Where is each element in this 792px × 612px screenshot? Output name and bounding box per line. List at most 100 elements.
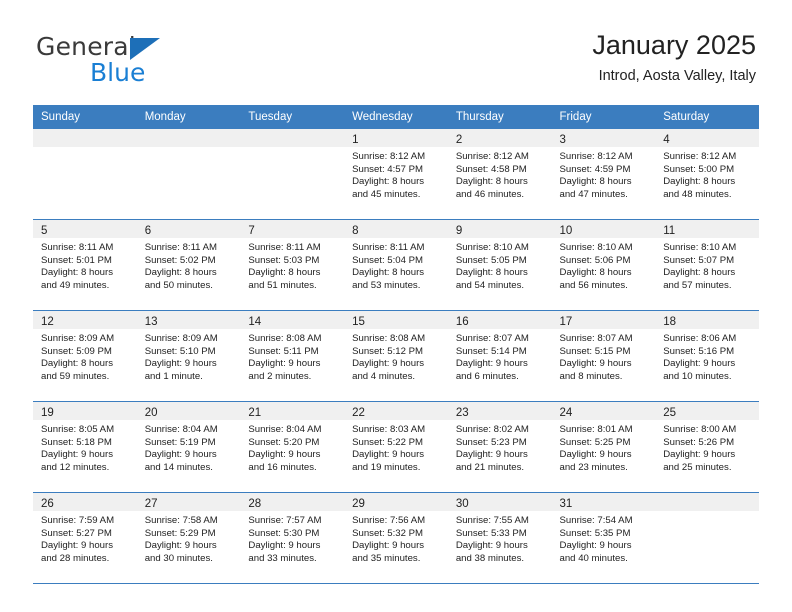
sunset-text: Sunset: 5:04 PM [352,254,424,266]
calendar-day-cell[interactable]: 23 Sunrise: 8:02 AM Sunset: 5:23 PM Dayligh… [447,401,552,493]
calendar-day-cell[interactable]: 31 Sunrise: 7:54 AM Sunset: 5:35 PM Dayligh… [551,492,656,584]
sunset-text: Sunset: 5:11 PM [248,345,319,357]
sunrise-text: Sunrise: 8:07 AM [559,333,633,344]
calendar-day-cell[interactable]: 11 Sunrise: 8:10 AM Sunset: 5:07 PM Dayligh… [655,219,759,311]
calendar-grid: Sunday Monday Tuesday Wednesday Thursday… [33,105,759,584]
daylight-text-line2: and 2 minutes. [248,370,312,382]
calendar-day-cell[interactable]: 1 Sunrise: 8:12 AM Sunset: 4:57 PM Daylight… [344,129,448,220]
daylight-text-line2: and 35 minutes. [352,552,421,564]
calendar-day-cell[interactable]: 20 Sunrise: 8:04 AM Sunset: 5:19 PM Dayligh… [136,401,241,493]
day-sun-info: Sunrise: 8:11 AM Sunset: 5:01 PM Daylight:… [33,238,137,292]
calendar-day-cell[interactable] [655,492,759,584]
sunrise-text: Sunrise: 8:09 AM [41,333,115,344]
calendar-day-cell[interactable]: 13 Sunrise: 8:09 AM Sunset: 5:10 PM Dayligh… [136,310,241,402]
calendar-day-cell[interactable]: 17 Sunrise: 8:07 AM Sunset: 5:15 PM Dayligh… [551,310,656,402]
day-number: 31 [559,498,573,510]
daylight-text-line2: and 57 minutes. [663,279,732,291]
calendar-day-cell[interactable]: 5 Sunrise: 8:11 AM Sunset: 5:01 PM Daylight… [33,219,137,311]
calendar-day-cell[interactable]: 29 Sunrise: 7:56 AM Sunset: 5:32 PM Dayligh… [344,492,448,584]
daylight-text-line2: and 30 minutes. [144,552,213,564]
calendar-day-cell[interactable]: 8 Sunrise: 8:11 AM Sunset: 5:04 PM Daylight… [344,219,448,311]
sunset-text: Sunset: 4:58 PM [455,163,527,175]
day-cell-content: 15 Sunrise: 8:08 AM Sunset: 5:12 PM Dayligh… [344,311,448,401]
day-number-band: 24 [551,402,656,420]
day-sun-info: Sunrise: 7:54 AM Sunset: 5:35 PM Daylight:… [552,511,656,565]
sunrise-text: Sunrise: 8:03 AM [352,424,426,435]
calendar-day-cell[interactable]: 25 Sunrise: 8:00 AM Sunset: 5:26 PM Dayligh… [655,401,759,493]
calendar-day-cell[interactable]: 4 Sunrise: 8:12 AM Sunset: 5:00 PM Daylight… [655,129,759,220]
day-cell-content: 11 Sunrise: 8:10 AM Sunset: 5:07 PM Dayligh… [655,220,759,310]
day-number-band: 25 [655,402,759,420]
sunset-text: Sunset: 5:22 PM [352,436,424,448]
sunrise-text: Sunrise: 8:08 AM [248,333,322,344]
day-number-band: 18 [655,311,759,329]
calendar-day-cell[interactable]: 7 Sunrise: 8:11 AM Sunset: 5:03 PM Daylight… [240,219,345,311]
day-number: 19 [41,407,54,419]
day-number: 9 [455,225,463,237]
calendar-day-cell[interactable]: 21 Sunrise: 8:04 AM Sunset: 5:20 PM Dayligh… [240,401,345,493]
calendar-day-cell[interactable]: 18 Sunrise: 8:06 AM Sunset: 5:16 PM Dayligh… [655,310,759,402]
calendar-day-cell[interactable]: 3 Sunrise: 8:12 AM Sunset: 4:59 PM Daylight… [551,129,656,220]
calendar-day-cell[interactable]: 14 Sunrise: 8:08 AM Sunset: 5:11 PM Dayligh… [240,310,345,402]
day-sun-info: Sunrise: 8:09 AM Sunset: 5:10 PM Daylight:… [137,329,241,383]
day-number: 3 [559,134,566,146]
day-sun-info: Sunrise: 8:00 AM Sunset: 5:26 PM Daylight:… [655,420,759,474]
daylight-text-line2: and 46 minutes. [455,188,525,200]
calendar-day-cell[interactable] [33,129,137,220]
day-number-band: 31 [551,493,656,511]
calendar-day-cell[interactable]: 27 Sunrise: 7:58 AM Sunset: 5:29 PM Dayligh… [136,492,241,584]
day-number: 23 [455,407,469,419]
day-cell-content: 27 Sunrise: 7:58 AM Sunset: 5:29 PM Dayligh… [136,493,241,583]
calendar-day-cell[interactable]: 26 Sunrise: 7:59 AM Sunset: 5:27 PM Dayligh… [33,492,137,584]
calendar-day-cell[interactable]: 6 Sunrise: 8:11 AM Sunset: 5:02 PM Daylight… [136,219,241,311]
day-number-band: 28 [240,493,345,511]
day-sun-info: Sunrise: 8:09 AM Sunset: 5:09 PM Daylight:… [33,329,137,383]
page-header: General Blue January 2025 Introd, Aosta … [0,0,792,100]
brand-logo[interactable]: General Blue [36,32,236,87]
calendar-day-cell[interactable]: 30 Sunrise: 7:55 AM Sunset: 5:33 PM Dayligh… [447,492,552,584]
calendar-day-cell[interactable]: 9 Sunrise: 8:10 AM Sunset: 5:05 PM Daylight… [447,219,552,311]
daylight-text-line1: Daylight: 8 hours [41,358,113,370]
daylight-text-line2: and 28 minutes. [41,552,110,564]
day-number: 12 [41,316,54,328]
day-cell-content: 2 Sunrise: 8:12 AM Sunset: 4:58 PM Daylight… [447,129,552,219]
daylight-text-line1: Daylight: 8 hours [455,176,528,188]
sunrise-text: Sunrise: 8:10 AM [559,242,633,253]
calendar-day-cell[interactable]: 24 Sunrise: 8:01 AM Sunset: 5:25 PM Dayligh… [551,401,656,493]
day-number: 30 [455,498,469,510]
sunset-text: Sunset: 5:02 PM [144,254,216,266]
day-cell-content [240,129,345,219]
day-sun-info: Sunrise: 8:11 AM Sunset: 5:04 PM Daylight:… [344,238,448,292]
calendar-day-cell[interactable]: 12 Sunrise: 8:09 AM Sunset: 5:09 PM Dayligh… [33,310,137,402]
daylight-text-line2: and 19 minutes. [352,461,421,473]
calendar-day-cell[interactable] [240,129,345,220]
day-sun-info: Sunrise: 8:05 AM Sunset: 5:18 PM Daylight:… [33,420,137,474]
daylight-text-line2: and 51 minutes. [248,279,317,291]
sunset-text: Sunset: 5:27 PM [41,527,112,539]
calendar-day-cell[interactable]: 15 Sunrise: 8:08 AM Sunset: 5:12 PM Dayligh… [344,310,448,402]
day-number-band: 30 [447,493,552,511]
sunset-text: Sunset: 5:26 PM [663,436,735,448]
weekday-header-thursday: Thursday [447,105,552,129]
calendar-day-cell[interactable]: 22 Sunrise: 8:03 AM Sunset: 5:22 PM Dayligh… [344,401,448,493]
day-number: 26 [41,498,54,510]
sunrise-text: Sunrise: 8:12 AM [663,151,737,162]
day-number: 27 [144,498,158,510]
calendar-day-cell[interactable] [136,129,241,220]
day-cell-content: 23 Sunrise: 8:02 AM Sunset: 5:23 PM Dayligh… [447,402,552,492]
calendar-day-cell[interactable]: 28 Sunrise: 7:57 AM Sunset: 5:30 PM Dayligh… [240,492,345,584]
calendar-day-cell[interactable]: 10 Sunrise: 8:10 AM Sunset: 5:06 PM Dayligh… [551,219,656,311]
day-cell-content: 13 Sunrise: 8:09 AM Sunset: 5:10 PM Dayligh… [136,311,241,401]
calendar-day-cell[interactable]: 19 Sunrise: 8:05 AM Sunset: 5:18 PM Dayligh… [33,401,137,493]
sunrise-text: Sunrise: 8:08 AM [352,333,426,344]
daylight-text-line1: Daylight: 9 hours [352,358,425,370]
calendar-day-cell[interactable]: 16 Sunrise: 8:07 AM Sunset: 5:14 PM Dayligh… [447,310,552,402]
sunset-text: Sunset: 5:03 PM [248,254,320,266]
day-cell-content: 5 Sunrise: 8:11 AM Sunset: 5:01 PM Daylight… [33,220,137,310]
calendar-day-cell[interactable]: 2 Sunrise: 8:12 AM Sunset: 4:58 PM Daylight… [447,129,552,220]
brand-logo-blue-text: Blue [90,58,146,87]
sunset-text: Sunset: 4:59 PM [559,163,631,175]
day-number: 29 [352,498,365,510]
day-cell-content [655,493,759,583]
daylight-text-line1: Daylight: 9 hours [455,540,528,552]
